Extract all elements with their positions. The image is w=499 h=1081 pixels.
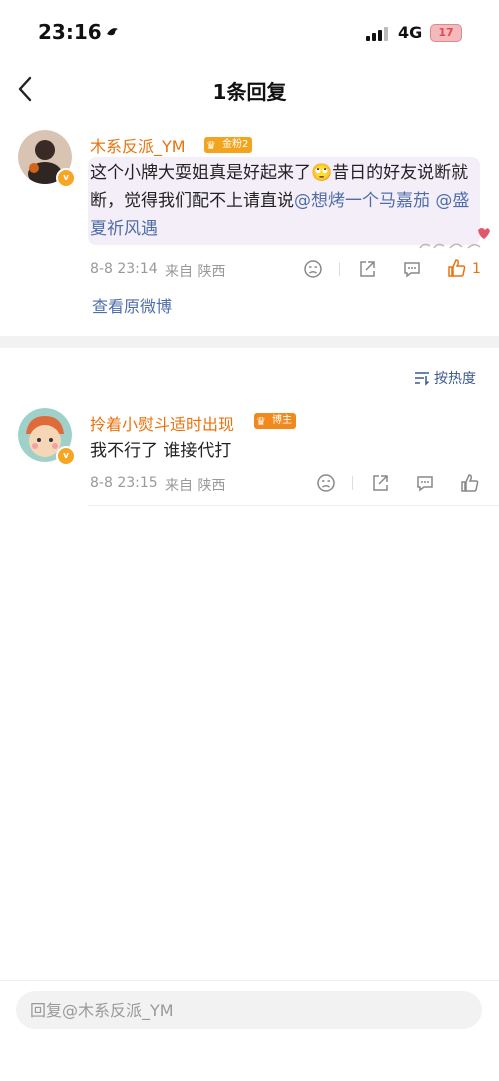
section-divider	[0, 336, 499, 348]
comment-icon[interactable]	[402, 259, 422, 279]
author-badge-label: 博主	[272, 415, 292, 426]
signal-icon	[366, 27, 388, 41]
comment-text: 这个小牌大耍姐真是好起来了🙄昔日的好友说断就断，觉得我们配不上请直说@想烤一个马…	[90, 159, 474, 243]
page-title: 1条回复	[212, 80, 287, 104]
dislike-face-icon[interactable]	[303, 259, 323, 279]
dislike-face-icon[interactable]	[316, 473, 336, 493]
crown-icon: ♛	[206, 139, 216, 152]
fan-badge: ♛ 金粉2	[204, 137, 253, 153]
share-icon[interactable]	[370, 473, 390, 493]
view-original-weibo-link[interactable]: 查看原微博	[92, 293, 172, 317]
sort-icon[interactable]	[414, 370, 430, 386]
status-time: 23:16	[38, 20, 102, 44]
mention-link[interactable]: @想烤一个马嘉茄	[294, 191, 430, 211]
reply-username[interactable]: 拎着小熨斗适时出现	[90, 411, 234, 435]
verified-badge-icon: v	[56, 446, 76, 466]
verified-badge-icon: v	[56, 168, 76, 188]
status-bar: 23:16 4G 17	[0, 0, 499, 64]
like-icon[interactable]	[460, 473, 480, 493]
comment-time: 8-8 23:14	[90, 261, 158, 277]
reply-input[interactable]	[16, 991, 482, 1029]
like-icon[interactable]	[447, 258, 467, 278]
reply-location: 来自 陕西	[165, 478, 226, 494]
comment-icon[interactable]	[415, 473, 435, 493]
network-type: 4G	[398, 23, 423, 42]
reply-divider	[88, 505, 499, 506]
reply-time: 8-8 23:15	[90, 475, 158, 491]
like-count: 1	[472, 261, 481, 277]
action-divider	[352, 476, 353, 490]
comment-location: 来自 陕西	[165, 264, 226, 280]
share-icon[interactable]	[357, 259, 377, 279]
comment-text-part1: 这个小牌大耍姐真是好起来了	[90, 163, 311, 183]
reply-text: 我不行了 谁接代打	[90, 441, 232, 461]
nav-bar: 1条回复	[0, 64, 499, 116]
fan-badge-label: 金粉2	[222, 139, 249, 150]
battery-level: 17	[438, 26, 454, 39]
action-divider	[339, 262, 340, 276]
author-badge: ♛ 博主	[254, 413, 296, 429]
crown-icon: ♛	[256, 415, 266, 428]
focus-mode-icon	[107, 28, 118, 36]
battery-icon: 17	[430, 24, 462, 42]
heart-sticker-icon	[419, 228, 490, 249]
eye-roll-emoji: 🙄	[311, 163, 333, 183]
comment-username[interactable]: 木系反派_YM	[90, 133, 186, 157]
reply-composer	[0, 980, 499, 1081]
sort-by-hot-button[interactable]: 按热度	[434, 368, 476, 388]
